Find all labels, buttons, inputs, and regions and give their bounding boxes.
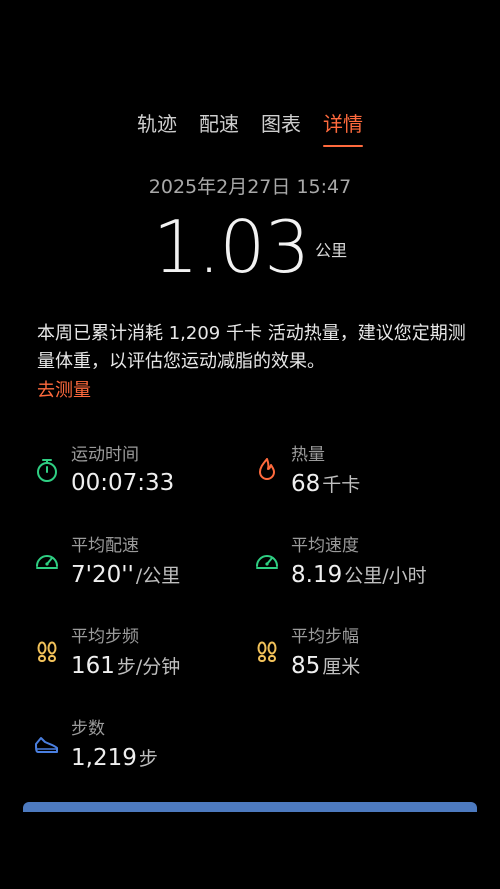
stat-avg-pace: 平均配速 7'20''/公里: [36, 531, 227, 601]
distance-value: 1.03: [152, 205, 310, 289]
flame-icon: [259, 458, 275, 480]
stat-avg-speed: 平均速度 8.19 公里/小时: [256, 531, 447, 601]
stat-time-value: 00:07:33: [71, 470, 175, 496]
distance-display: 1.03 公里: [0, 205, 500, 289]
stat-avg-pace-value: 7'20''/公里: [71, 562, 181, 588]
tab-bar: 轨迹 配速 图表 详情: [0, 108, 500, 147]
stat-steps-value: 1,219 步: [71, 745, 158, 771]
footprints-icon: [37, 641, 57, 662]
stat-stride-label: 平均步幅: [291, 627, 359, 647]
stat-avg-pace-label: 平均配速: [71, 536, 139, 556]
stat-avg-speed-value: 8.19 公里/小时: [291, 562, 427, 588]
stat-steps-label: 步数: [71, 719, 105, 739]
tab-details[interactable]: 详情: [323, 108, 363, 147]
stat-cadence-label: 平均步频: [71, 627, 139, 647]
tab-track[interactable]: 轨迹: [137, 108, 177, 147]
stat-cadence-value: 161 步/分钟: [71, 653, 181, 679]
stat-avg-speed-label: 平均速度: [291, 536, 359, 556]
stat-stride-value: 85 厘米: [291, 653, 361, 679]
stopwatch-icon: [37, 459, 57, 482]
weekly-calorie-note: 本周已累计消耗 1,209 千卡 活动热量，建议您定期测量体重，以评估您运动减脂…: [37, 323, 466, 372]
distance-unit: 公里: [315, 241, 348, 260]
stat-cadence: 平均步频 161 步/分钟: [37, 622, 227, 692]
tab-pace[interactable]: 配速: [199, 108, 239, 147]
speedometer-icon: [256, 555, 278, 569]
stat-stride: 平均步幅 85 厘米: [257, 622, 447, 692]
tab-chart[interactable]: 图表: [261, 108, 301, 147]
stat-time-label: 运动时间: [71, 445, 139, 465]
stat-calories-label: 热量: [291, 445, 325, 465]
stat-calories-value: 68 千卡: [291, 471, 361, 497]
shoe-icon: [35, 737, 58, 753]
workout-datetime: 2025年2月27日 15:47: [148, 176, 352, 198]
speedometer-icon: [36, 555, 58, 569]
footprints-icon: [257, 641, 277, 662]
bottom-sheet-edge[interactable]: [23, 802, 477, 812]
stat-calories: 热量 68 千卡: [257, 440, 447, 510]
stat-steps: 步数 1,219 步: [35, 714, 227, 784]
stat-time: 运动时间 00:07:33: [37, 440, 227, 510]
go-measure-link[interactable]: 去测量: [37, 376, 91, 402]
